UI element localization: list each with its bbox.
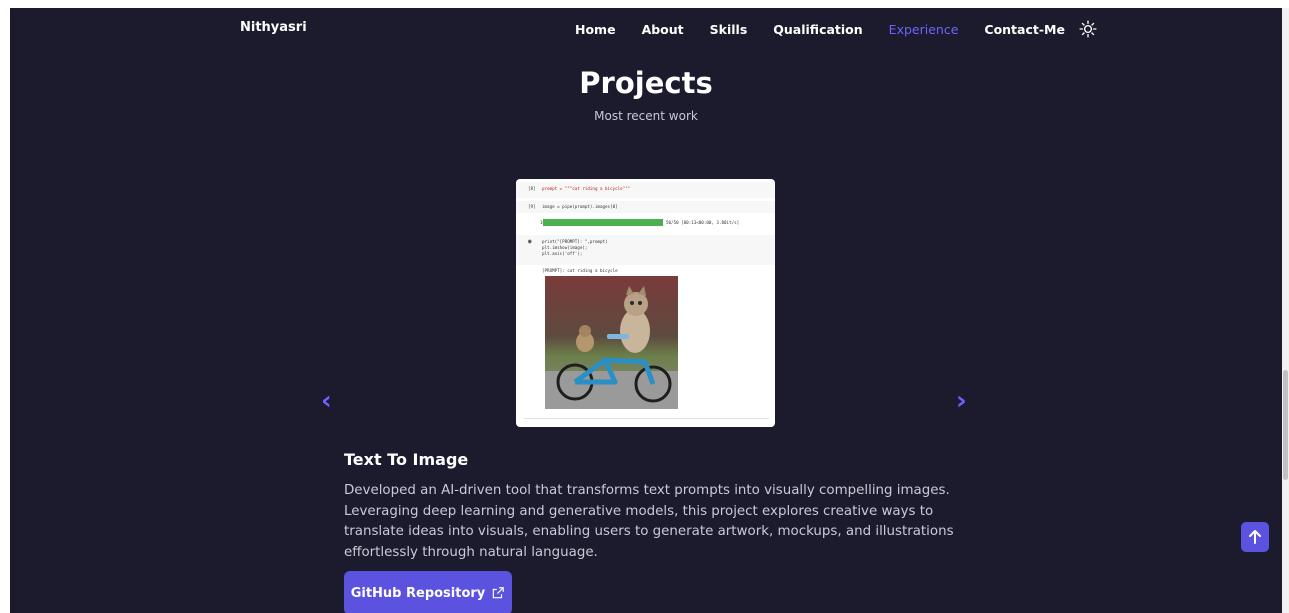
- run-icon: ◉: [528, 238, 532, 245]
- page-scrollbar[interactable]: [1282, 8, 1289, 613]
- notebook-cell: ◉ print("[PROMPT]: ",prompt) plt.imshow(…: [516, 235, 775, 265]
- section-subtitle: Most recent work: [594, 109, 698, 123]
- arrow-up-icon: [1249, 530, 1261, 544]
- chevron-right-icon[interactable]: ›: [956, 388, 967, 414]
- nav-about[interactable]: About: [642, 22, 684, 37]
- code-line: plt.imshow(image);: [542, 245, 588, 250]
- page-viewport: Nithyasri Home About Skills Qualificatio…: [10, 8, 1282, 613]
- section-title: Projects: [579, 66, 713, 100]
- nav-experience[interactable]: Experience: [889, 22, 959, 37]
- chevron-left-icon[interactable]: ‹: [321, 388, 332, 414]
- cell-count: [8]: [528, 186, 536, 191]
- project-description: Developed an AI-driven tool that transfo…: [344, 483, 954, 560]
- cell-code: image = pipe(prompt).images[0]: [542, 204, 618, 209]
- nav-qualification[interactable]: Qualification: [773, 22, 862, 37]
- cell-code: prompt = """cat riding a bicycle""": [542, 186, 631, 191]
- notebook-cell: [9] image = pipe(prompt).images[0]: [516, 201, 775, 213]
- progress-stats: 50/50 [00:13<00:00, 3.80it/s]: [666, 220, 740, 225]
- cell-count: [9]: [528, 204, 536, 209]
- scroll-to-top-button[interactable]: [1241, 522, 1269, 552]
- nav-skills[interactable]: Skills: [710, 22, 748, 37]
- code-line: plt.axis('off');: [542, 251, 583, 256]
- sun-icon[interactable]: [1079, 20, 1097, 38]
- notebook-cell: [8] prompt = """cat riding a bicycle""": [516, 182, 775, 198]
- github-repository-button[interactable]: GitHub Repository: [344, 571, 512, 613]
- nav-contact-me[interactable]: Contact-Me: [984, 22, 1065, 37]
- button-label: GitHub Repository: [350, 585, 486, 601]
- progress-bar: [543, 219, 663, 226]
- project-screenshot: [8] prompt = """cat riding a bicycle""" …: [516, 179, 775, 427]
- cell-output-text: [PROMPT]: cat riding a bicycle: [542, 268, 618, 273]
- brand-logo[interactable]: Nithyasri: [240, 20, 307, 35]
- code-line: print("[PROMPT]: ",prompt): [542, 239, 608, 244]
- scrollbar-thumb[interactable]: [1283, 370, 1288, 480]
- project-title: Text To Image: [344, 450, 469, 469]
- nav-home[interactable]: Home: [575, 22, 616, 37]
- cat-on-bicycle-image: [545, 276, 678, 409]
- main-nav: Home About Skills Qualification Experien…: [575, 20, 1097, 38]
- external-link-icon: [493, 587, 505, 599]
- progress-fill: [543, 219, 663, 226]
- divider: [524, 418, 769, 419]
